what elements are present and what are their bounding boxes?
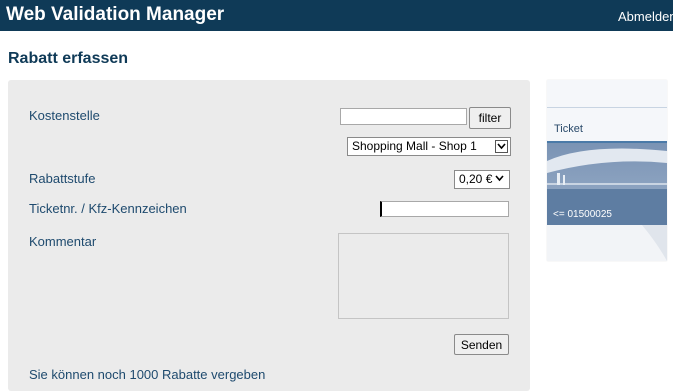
submit-button[interactable]: Senden	[454, 334, 509, 355]
ticket-preview-number: <= 01500025	[553, 209, 612, 220]
cost-center-select[interactable]: Shopping Mall - Shop 1	[347, 137, 511, 156]
discount-level-label: Rabattstufe	[29, 171, 96, 186]
discount-form-panel: Kostenstelle filter Shopping Mall - Shop…	[8, 80, 530, 391]
page-title: Rabatt erfassen	[8, 50, 129, 67]
discount-level-select-value: 0,20 €	[459, 172, 493, 186]
ticket-preview-label: Ticket	[554, 123, 583, 135]
app-title: Web Validation Manager	[6, 4, 225, 25]
logout-link[interactable]: Abmelden	[618, 9, 673, 24]
ticket-photo	[547, 143, 667, 261]
chevron-down-icon	[495, 140, 508, 153]
comment-label: Kommentar	[29, 234, 97, 249]
ticket-label: Ticketnr. / Kfz-Kennzeichen	[29, 201, 187, 216]
remaining-discounts-text: Sie können noch 1000 Rabatte vergeben	[29, 367, 266, 382]
ticket-input[interactable]	[380, 201, 509, 217]
filter-button[interactable]: filter	[469, 107, 511, 129]
cost-center-select-value: Shopping Mall - Shop 1	[352, 139, 477, 153]
chevron-down-icon	[494, 173, 507, 186]
divider	[547, 107, 667, 108]
ticket-preview-card: Ticket <= 01500025	[547, 80, 667, 261]
cost-center-label: Kostenstelle	[29, 108, 100, 123]
header-bar: Web Validation Manager Abmelden	[0, 0, 673, 31]
comment-textarea[interactable]	[338, 233, 509, 319]
discount-level-select[interactable]: 0,20 €	[454, 170, 510, 189]
cost-center-filter-input[interactable]	[340, 108, 467, 125]
